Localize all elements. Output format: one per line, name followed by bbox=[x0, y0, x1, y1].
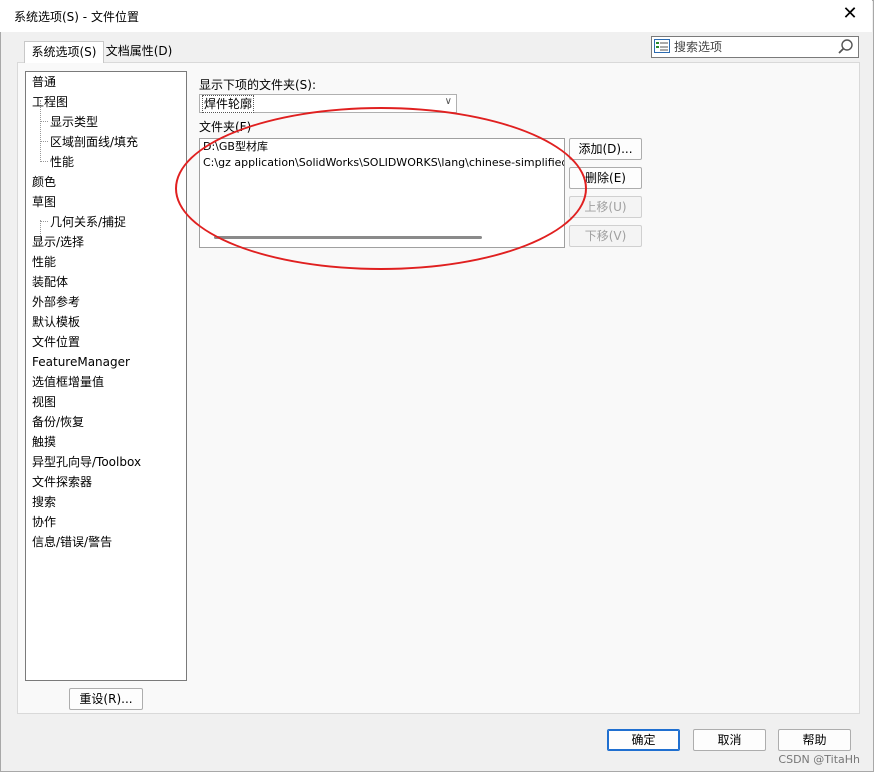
tree-item-view[interactable]: 视图 bbox=[32, 393, 56, 411]
watermark: CSDN @TitaHh bbox=[778, 753, 860, 766]
tree-item-assemblies[interactable]: 装配体 bbox=[32, 273, 68, 291]
tree-item-performance[interactable]: 性能 bbox=[32, 253, 56, 271]
tab-document-properties[interactable]: 文档属性(D) bbox=[101, 41, 177, 61]
chevron-down-icon: ∨ bbox=[444, 96, 452, 107]
tree-connector bbox=[40, 221, 48, 222]
search-icon[interactable] bbox=[837, 38, 855, 56]
tree-item-colors[interactable]: 颜色 bbox=[32, 173, 56, 191]
tree-item-messages-errors-warnings[interactable]: 信息/错误/警告 bbox=[32, 533, 112, 551]
tree-item-default-templates[interactable]: 默认模板 bbox=[32, 313, 80, 331]
tree-item-display-selection[interactable]: 显示/选择 bbox=[32, 233, 84, 251]
tree-item-drawing-performance[interactable]: 性能 bbox=[50, 153, 74, 171]
tree-connector bbox=[40, 121, 48, 122]
red-annotation-circle bbox=[175, 107, 587, 270]
search-options-input[interactable]: 搜索选项 bbox=[651, 36, 859, 58]
search-placeholder: 搜索选项 bbox=[674, 40, 723, 54]
close-button[interactable]: ✕ bbox=[840, 4, 860, 24]
tree-connector bbox=[40, 141, 48, 142]
tree-connector bbox=[40, 161, 48, 162]
reset-button[interactable]: 重设(R)... bbox=[69, 688, 143, 710]
tree-item-drawings[interactable]: 工程图 bbox=[32, 93, 68, 111]
show-folders-label: 显示下项的文件夹(S): bbox=[199, 78, 317, 92]
tree-item-hole-wizard-toolbox[interactable]: 异型孔向导/Toolbox bbox=[32, 453, 141, 471]
tree-item-backup-recover[interactable]: 备份/恢复 bbox=[32, 413, 84, 431]
help-button[interactable]: 帮助 bbox=[778, 729, 851, 751]
cancel-button[interactable]: 取消 bbox=[693, 729, 766, 751]
tree-item-relations-snaps[interactable]: 几何关系/捕捉 bbox=[50, 213, 126, 231]
tree-item-search[interactable]: 搜索 bbox=[32, 493, 56, 511]
add-folder-button[interactable]: 添加(D)... bbox=[569, 138, 642, 160]
tree-item-touch[interactable]: 触摸 bbox=[32, 433, 56, 451]
tree-item-sketch[interactable]: 草图 bbox=[32, 193, 56, 211]
options-tree[interactable]: 普通 工程图 显示类型 区域剖面线/填充 性能 颜色 草图 几何关系/捕捉 显示… bbox=[25, 71, 187, 681]
tree-item-collaboration[interactable]: 协作 bbox=[32, 513, 56, 531]
tree-item-general[interactable]: 普通 bbox=[32, 73, 56, 91]
ok-button[interactable]: 确定 bbox=[607, 729, 680, 751]
window-title: 系统选项(S) - 文件位置 bbox=[14, 10, 139, 24]
folder-type-selected: 焊件轮廓 bbox=[202, 95, 255, 113]
move-down-button[interactable]: 下移(V) bbox=[569, 225, 642, 247]
tree-item-file-locations[interactable]: 文件位置 bbox=[32, 333, 80, 351]
tree-item-external-references[interactable]: 外部参考 bbox=[32, 293, 80, 311]
tree-item-spin-box-increments[interactable]: 选值框增量值 bbox=[32, 373, 104, 391]
tab-system-options[interactable]: 系统选项(S) bbox=[24, 41, 104, 63]
tree-item-area-hatch[interactable]: 区域剖面线/填充 bbox=[50, 133, 138, 151]
tree-item-display-type[interactable]: 显示类型 bbox=[50, 113, 98, 131]
tree-item-featuremanager[interactable]: FeatureManager bbox=[32, 353, 130, 371]
tree-item-file-explorer[interactable]: 文件探索器 bbox=[32, 473, 92, 491]
list-icon bbox=[654, 39, 670, 53]
